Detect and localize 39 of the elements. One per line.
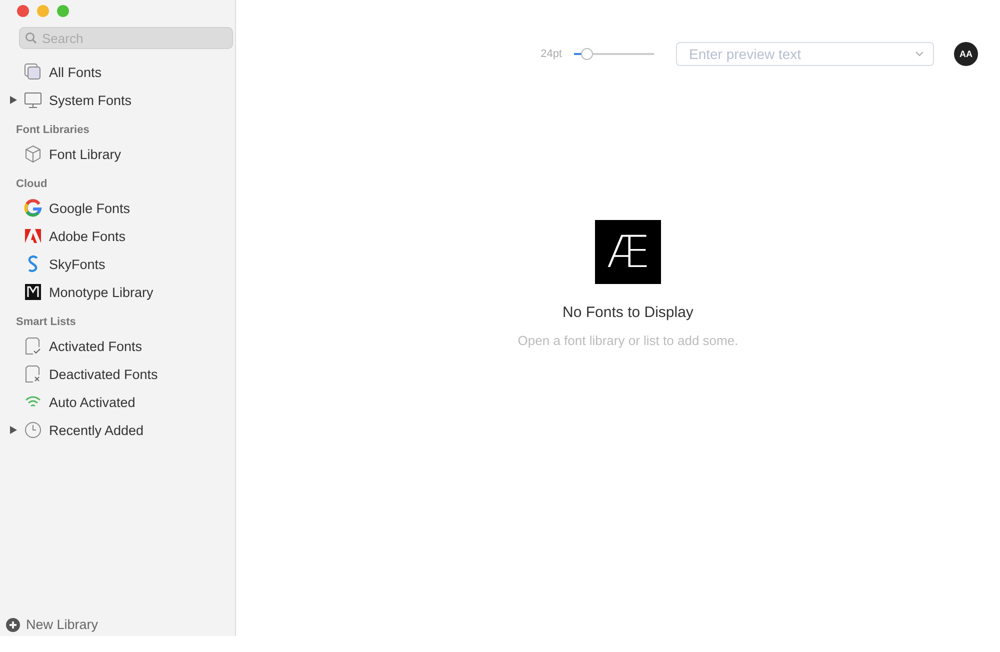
empty-state-message: Open a font library or list to add some. bbox=[518, 333, 738, 348]
sidebar-item[interactable]: Recently Added bbox=[49, 422, 144, 438]
empty-state-title: No Fonts to Display bbox=[562, 304, 694, 321]
g-logo-icon bbox=[24, 199, 42, 217]
sidebar-item[interactable]: Auto Activated bbox=[49, 394, 136, 410]
sidebar-item[interactable]: Font Library bbox=[49, 146, 122, 162]
a-logo-icon bbox=[24, 227, 42, 245]
monitor-icon bbox=[24, 91, 42, 109]
close-button[interactable] bbox=[17, 5, 29, 17]
disclosure-triangle-icon[interactable] bbox=[10, 96, 17, 104]
section-heading: Cloud bbox=[15, 177, 48, 192]
slider-thumb[interactable] bbox=[580, 48, 593, 60]
font-style-button[interactable]: AA bbox=[954, 42, 978, 66]
document-x-icon bbox=[24, 365, 42, 383]
sidebar-item[interactable]: Adobe Fonts bbox=[49, 228, 126, 244]
font-glyph-logo: Æ bbox=[595, 220, 661, 284]
minimize-button[interactable] bbox=[37, 5, 49, 17]
m-logo-icon bbox=[24, 283, 42, 301]
sidebar-item[interactable]: SkyFonts bbox=[49, 256, 106, 272]
stacked-pages-icon bbox=[24, 63, 42, 81]
sidebar-item[interactable]: System Fonts bbox=[49, 92, 132, 108]
sidebar-item[interactable]: Deactivated Fonts bbox=[49, 366, 158, 382]
sidebar-item[interactable]: All Fonts bbox=[49, 64, 102, 80]
new-library-button[interactable]: New Library bbox=[26, 617, 98, 632]
document-check-icon bbox=[24, 337, 42, 355]
disclosure-triangle-icon[interactable] bbox=[10, 426, 17, 434]
sidebar-item[interactable]: Activated Fonts bbox=[49, 338, 142, 354]
sidebar-item[interactable]: Google Fonts bbox=[49, 200, 130, 216]
cube-icon bbox=[24, 145, 42, 163]
zoom-button[interactable] bbox=[57, 5, 69, 17]
chevron-down-icon[interactable] bbox=[915, 51, 924, 57]
sidebar-item[interactable]: Monotype Library bbox=[49, 284, 154, 300]
preview-text-field[interactable]: Enter preview text bbox=[676, 42, 934, 66]
section-heading: Smart Lists bbox=[15, 315, 77, 330]
clock-icon bbox=[24, 421, 42, 439]
plus-circle-icon bbox=[6, 618, 20, 632]
search-icon bbox=[25, 32, 37, 44]
section-heading: Font Libraries bbox=[15, 123, 90, 138]
size-label: 24pt bbox=[540, 48, 562, 60]
